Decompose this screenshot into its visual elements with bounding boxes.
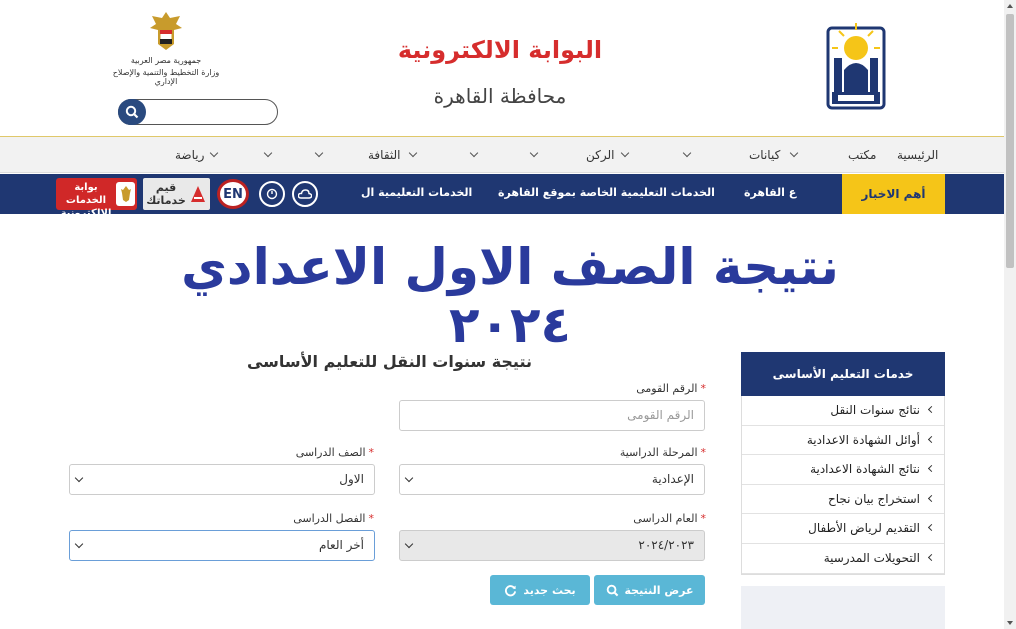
news-ticker-item[interactable]: الخدمات التعليمية الخاصة بموقع القاهرة [498, 186, 715, 199]
scrollbar-thumb[interactable] [1006, 14, 1014, 268]
cairo-governorate-logo-icon[interactable] [826, 18, 886, 110]
term-label: *الفصل الدراسى [293, 512, 374, 525]
show-result-button[interactable]: عرض النتيجة [594, 575, 705, 605]
chevron-left-icon [927, 435, 936, 443]
chevron-down-icon[interactable] [529, 148, 539, 158]
egypt-ministry-logo: جمهورية مصر العربية وزارة التخطيط والتنم… [110, 10, 222, 86]
chevron-down-icon[interactable] [408, 148, 418, 158]
year-select[interactable]: ٢٠٢٤/٢٠٢٣ [399, 530, 705, 561]
nav-item-home[interactable]: الرئيسية [897, 148, 938, 162]
search-icon [606, 584, 618, 596]
refresh-icon [505, 584, 517, 596]
nav-item-culture[interactable]: الثقافة [368, 148, 401, 162]
chevron-left-icon [927, 524, 936, 532]
sidebar-item-school-transfers[interactable]: التحويلات المدرسية [742, 544, 944, 574]
sidebar-panel [741, 586, 945, 629]
chevron-down-icon[interactable] [682, 148, 692, 158]
news-ticker-item[interactable]: الخدمات التعليمية ال [361, 186, 472, 199]
stage-select[interactable]: الإعدادية [399, 464, 705, 495]
national-id-label: *الرقم القومى [636, 382, 706, 395]
year-label: *العام الدراسى [633, 512, 706, 525]
egypt-eagle-icon [116, 182, 135, 206]
news-ticker-item[interactable]: ع القاهرة [744, 186, 796, 199]
sidebar-item-success-certificate[interactable]: استخراج بيان نجاح [742, 485, 944, 515]
sidebar-item-label: استخراج بيان نجاح [827, 491, 920, 506]
national-id-input[interactable]: الرقم القومى [399, 400, 705, 431]
nav-item-office[interactable]: مكتب [848, 148, 876, 162]
scroll-down-arrow-icon[interactable] [1004, 617, 1016, 629]
term-select[interactable]: أخر العام [69, 530, 375, 561]
eservices-portal-button[interactable]: بوابة الخدمات الإلكترونية [56, 178, 137, 219]
new-search-button[interactable]: بحث جديد [490, 575, 590, 605]
cloud-icon[interactable] [292, 181, 318, 207]
new-search-label: بحث جديد [523, 583, 576, 597]
grade-label: *الصف الدراسى [295, 446, 374, 459]
chevron-down-icon [74, 539, 84, 549]
main-nav: الرئيسية مكتب كيانات الركن الثقافة رياضة [0, 137, 1004, 173]
chevron-down-icon[interactable] [620, 148, 630, 158]
governorate-name: محافظة القاهرة [433, 84, 567, 108]
sidebar-item-prep-results[interactable]: نتائج الشهادة الاعدادية [742, 455, 944, 485]
sidebar-item-label: أوائل الشهادة الاعدادية [806, 432, 920, 447]
nav-item-sports[interactable]: رياضة [175, 148, 204, 162]
sidebar-item-kindergarten[interactable]: التقديم لرياض الأطفال [742, 514, 944, 544]
sidebar-title: خدمات التعليم الأساسى [741, 352, 945, 396]
chevron-down-icon[interactable] [263, 148, 273, 158]
egypt-eagle-icon [150, 12, 182, 50]
chevron-down-icon[interactable] [469, 148, 479, 158]
chevron-down-icon [404, 539, 414, 549]
eservices-label: بوابة الخدمات الإلكترونية [60, 182, 112, 219]
year-value: ٢٠٢٤/٢٠٢٣ [638, 538, 694, 552]
nav-item-corner[interactable]: الركن [586, 148, 614, 162]
show-result-label: عرض النتيجة [624, 583, 694, 597]
top-news-label: أهم الاخبار [842, 174, 945, 214]
stage-label: *المرحلة الدراسية [619, 446, 706, 459]
form-title: نتيجة سنوات النقل للتعليم الأساسى [246, 352, 532, 371]
page-title: نتيجة الصف الاول الاعدادي ٢٠٢٤ [181, 238, 839, 354]
chevron-left-icon [927, 405, 936, 414]
grade-select[interactable]: الاول [69, 464, 375, 495]
term-value: أخر العام [318, 538, 364, 552]
chevron-left-icon [927, 553, 936, 562]
chevron-down-icon[interactable] [314, 148, 324, 158]
chevron-left-icon [927, 494, 936, 502]
english-language-button[interactable]: EN [217, 179, 249, 209]
chevron-down-icon [404, 473, 414, 483]
sidebar-item-label: التحويلات المدرسية [823, 550, 920, 565]
scroll-up-arrow-icon[interactable] [1004, 0, 1016, 12]
sidebar-item-label: نتائج الشهادة الاعدادية [810, 462, 920, 477]
search-button[interactable] [118, 99, 146, 125]
sidebar-menu: نتائج سنوات النقل أوائل الشهادة الاعدادي… [741, 396, 945, 575]
ministry-name-text: وزارة التخطيط والتنمية والإصلاح الإداري [112, 68, 220, 86]
rate-services-label: قيم خدماتك [146, 181, 186, 207]
nav-item-entities[interactable]: كيانات [749, 148, 780, 162]
rating-hand-icon [191, 186, 205, 202]
portal-title: البوابة الالكترونية [397, 36, 603, 64]
search-icon [125, 105, 139, 119]
chevron-down-icon [74, 473, 84, 483]
clock-icon[interactable] [259, 181, 285, 207]
chevron-down-icon[interactable] [789, 148, 799, 158]
chevron-down-icon[interactable] [209, 148, 219, 158]
sidebar-item-label: التقديم لرياض الأطفال [808, 521, 920, 536]
egypt-republic-text: جمهورية مصر العربية [130, 56, 202, 65]
sidebar-item-top-students[interactable]: أوائل الشهادة الاعدادية [742, 426, 944, 456]
rate-services-button[interactable]: قيم خدماتك [143, 178, 210, 210]
stage-value: الإعدادية [651, 472, 694, 486]
sidebar-item-label: نتائج سنوات النقل [830, 403, 920, 417]
chevron-left-icon [927, 465, 936, 473]
sidebar-item-transfer-results[interactable]: نتائج سنوات النقل [742, 396, 944, 426]
grade-value: الاول [339, 472, 364, 486]
